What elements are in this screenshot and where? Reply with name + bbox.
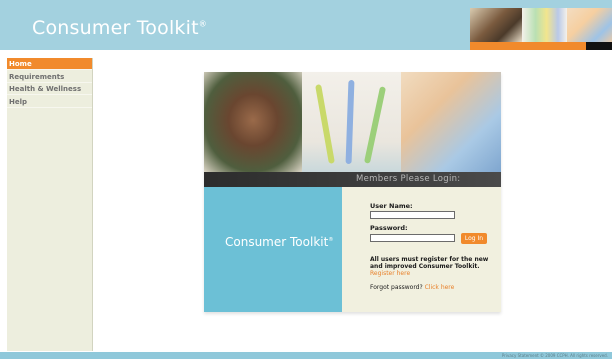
forgot-password-text: Forgot password? — [370, 284, 423, 291]
forgot-password-link[interactable]: Click here — [425, 284, 455, 291]
toothbrush-icon — [363, 86, 387, 164]
photo-mother-child — [401, 72, 501, 172]
copyright-text: Privacy Statement © 2009 CCPH. All right… — [501, 353, 608, 358]
brand-text: Consumer Toolkit — [32, 17, 199, 39]
sidebar-item-requirements[interactable]: Requirements — [7, 71, 92, 83]
header: Consumer Toolkit® — [0, 0, 612, 50]
header-photo-man — [470, 8, 522, 42]
username-input[interactable] — [370, 211, 455, 219]
login-form: User Name: Password: Log In All users mu… — [342, 187, 501, 312]
photo-toothbrushes — [302, 72, 401, 172]
forgot-password: Forgot password? Click here — [370, 284, 454, 291]
registration-notice: All users must register for the new and … — [370, 256, 489, 270]
footer-bar: Privacy Statement © 2009 CCPH. All right… — [0, 352, 612, 359]
members-banner: Members Please Login: — [204, 172, 501, 187]
members-login-heading: Members Please Login: — [356, 174, 461, 184]
header-photo-toothbrushes — [522, 8, 567, 42]
brand-title: Consumer Toolkit® — [32, 17, 207, 39]
header-photo-strip — [470, 8, 612, 42]
photo-smiling-man — [204, 72, 302, 172]
sidebar-item-home[interactable]: Home — [7, 58, 92, 70]
header-dark-bar — [586, 42, 612, 50]
toothbrush-icon — [345, 79, 355, 165]
password-input[interactable] — [370, 234, 455, 242]
brand-trademark: ® — [198, 19, 207, 29]
login-card: Members Please Login: Consumer Toolkit® … — [204, 72, 501, 312]
login-brand-panel: Consumer Toolkit® — [204, 187, 342, 312]
sidebar-nav: Home Requirements Health & Wellness Help — [7, 58, 93, 351]
username-label: User Name: — [370, 202, 413, 210]
toothbrush-icon — [315, 84, 335, 164]
password-label: Password: — [370, 224, 408, 232]
header-accent-bar — [470, 42, 586, 50]
register-link[interactable]: Register here — [370, 270, 410, 277]
login-photo-banner — [204, 72, 501, 172]
panel-brand-trademark: ® — [328, 237, 334, 243]
panel-brand: Consumer Toolkit® — [225, 235, 333, 249]
header-photo-family — [567, 8, 612, 42]
sidebar-item-help[interactable]: Help — [7, 96, 92, 108]
sidebar-item-health-wellness[interactable]: Health & Wellness — [7, 83, 92, 95]
panel-brand-text: Consumer Toolkit — [225, 235, 329, 249]
login-button[interactable]: Log In — [461, 233, 487, 244]
